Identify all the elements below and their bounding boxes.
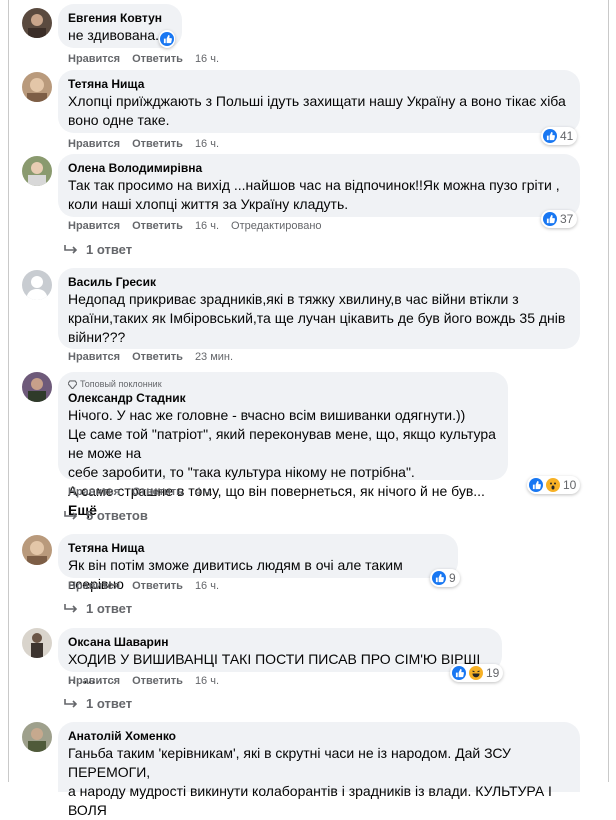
avatar[interactable] [22, 372, 52, 402]
like-reaction-icon [529, 478, 543, 492]
reaction-count[interactable]: 41 [541, 127, 578, 145]
view-replies-link[interactable]: 1 ответ [64, 696, 132, 711]
comment-actions: Нравится Ответить 16 ч. [68, 580, 219, 592]
timestamp[interactable]: 16 ч. [195, 138, 219, 150]
replies-count: 1 ответ [86, 696, 133, 711]
comment-bubble: Олена Володимирівна Так так просимо на в… [58, 154, 580, 217]
reaction-number: 41 [560, 129, 574, 143]
like-button[interactable]: Нравится [68, 138, 120, 150]
comment-text: Нічого. У нас же головне - вчасно всім в… [68, 406, 496, 520]
like-reaction-icon [543, 129, 557, 143]
reply-arrow-icon [64, 510, 78, 520]
comment-author[interactable]: Тетяна Нища [68, 540, 446, 556]
timestamp[interactable]: 16 ч. [195, 220, 219, 232]
comment-author[interactable]: Анатолій Хоменко [68, 728, 568, 744]
reaction-number: 19 [486, 666, 500, 680]
view-replies-link[interactable]: 5 ответов [64, 508, 148, 523]
comment-author[interactable]: Евгения Ковтун [68, 10, 170, 26]
reaction-count[interactable]: 9 [430, 569, 460, 587]
like-button[interactable]: Нравится [68, 580, 120, 592]
comment-author[interactable]: Тетяна Нища [68, 76, 568, 92]
comment-actions: Нравится Ответить 16 ч. [68, 675, 219, 687]
reply-arrow-icon [64, 698, 78, 708]
avatar[interactable] [22, 270, 52, 300]
timestamp[interactable]: 4 ч. [195, 486, 213, 498]
reply-button[interactable]: Ответить [132, 675, 183, 687]
like-reaction-icon [452, 666, 466, 680]
reaction-number: 37 [560, 212, 574, 226]
reaction-count[interactable]: 10 [527, 476, 581, 494]
timestamp[interactable]: 16 ч. [195, 675, 219, 687]
like-reaction-icon [543, 212, 557, 226]
comment-bubble: Топовый поклонник Олександр Стадник Нічо… [58, 372, 508, 518]
avatar[interactable] [22, 72, 52, 102]
comment-actions: Нравится Ответить 4 ч. [68, 486, 213, 498]
comment-text: Ганьба таким 'керівникам', які в скрутні… [68, 745, 552, 818]
timestamp[interactable]: 16 ч. [195, 53, 219, 65]
avatar[interactable] [22, 628, 52, 658]
edited-label: Отредактировано [231, 220, 322, 232]
comment-actions: Нравится Ответить 16 ч. Отредактировано [68, 220, 322, 232]
replies-count: 5 ответов [86, 508, 148, 523]
comment-text: не здивована. [68, 27, 160, 43]
like-button[interactable]: Нравится [68, 53, 120, 65]
like-button[interactable]: Нравится [68, 675, 120, 687]
diamond-icon [68, 379, 77, 389]
like-reaction-icon [160, 32, 174, 46]
reply-arrow-icon [64, 244, 78, 254]
replies-count: 1 ответ [86, 601, 133, 616]
timestamp[interactable]: 16 ч. [195, 580, 219, 592]
reaction-count[interactable]: 19 [450, 664, 504, 682]
comment-actions: Нравится Ответить 16 ч. [68, 53, 219, 65]
reply-arrow-icon [64, 603, 78, 613]
top-fan-badge: Топовый поклонник [68, 378, 496, 390]
avatar[interactable] [22, 535, 52, 565]
comment-author[interactable]: Олександр Стадник [68, 390, 496, 406]
view-replies-link[interactable]: 1 ответ [64, 242, 132, 257]
like-button[interactable]: Нравится [68, 486, 120, 498]
timestamp[interactable]: 23 мин. [195, 351, 233, 363]
view-replies-link[interactable]: 1 ответ [64, 601, 132, 616]
avatar[interactable] [22, 156, 52, 186]
comment-author[interactable]: Оксана Шаварин [68, 634, 490, 650]
avatar[interactable] [22, 722, 52, 752]
reply-button[interactable]: Ответить [132, 220, 183, 232]
reply-button[interactable]: Ответить [132, 351, 183, 363]
comment-bubble: Оксана Шаварин ХОДИВ У ВИШИВАНЦІ ТАКІ ПО… [58, 628, 502, 686]
reply-button[interactable]: Ответить [132, 53, 183, 65]
reply-button[interactable]: Ответить [132, 138, 183, 150]
comment-author[interactable]: Василь Гресик [68, 274, 568, 290]
comment-text: Хлопці приїжджають з Польші ідуть захища… [68, 93, 566, 128]
badge-label: Топовый поклонник [80, 379, 162, 389]
wow-reaction-icon [546, 478, 560, 492]
reaction-number: 10 [563, 478, 577, 492]
right-border [608, 0, 609, 782]
reaction-count[interactable]: 37 [541, 210, 578, 228]
avatar[interactable] [22, 8, 52, 38]
reply-button[interactable]: Ответить [132, 580, 183, 592]
reaction-count[interactable] [159, 30, 175, 48]
comment-text: Так так просимо на вихід ...найшов час н… [68, 177, 560, 212]
like-button[interactable]: Нравится [68, 220, 120, 232]
left-border [8, 0, 9, 782]
comment-bubble: Тетяна Нища Як він потім зможе дивитись … [58, 534, 458, 592]
comment-actions: Нравится Ответить 23 мин. [68, 351, 233, 363]
reaction-number: 9 [449, 571, 456, 585]
comment-actions: Нравится Ответить 16 ч. [68, 138, 219, 150]
comment-text: Недопад прикриває зрадників,які в тяжку … [68, 291, 566, 345]
comment-bubble: Василь Гресик Недопад прикриває зрадникі… [58, 268, 580, 349]
comment-author[interactable]: Олена Володимирівна [68, 160, 568, 176]
replies-count: 1 ответ [86, 242, 133, 257]
like-reaction-icon [432, 571, 446, 585]
haha-reaction-icon [469, 666, 483, 680]
reply-button[interactable]: Ответить [132, 486, 183, 498]
comment-bubble: Тетяна Нища Хлопці приїжджають з Польші … [58, 70, 580, 133]
like-button[interactable]: Нравится [68, 351, 120, 363]
